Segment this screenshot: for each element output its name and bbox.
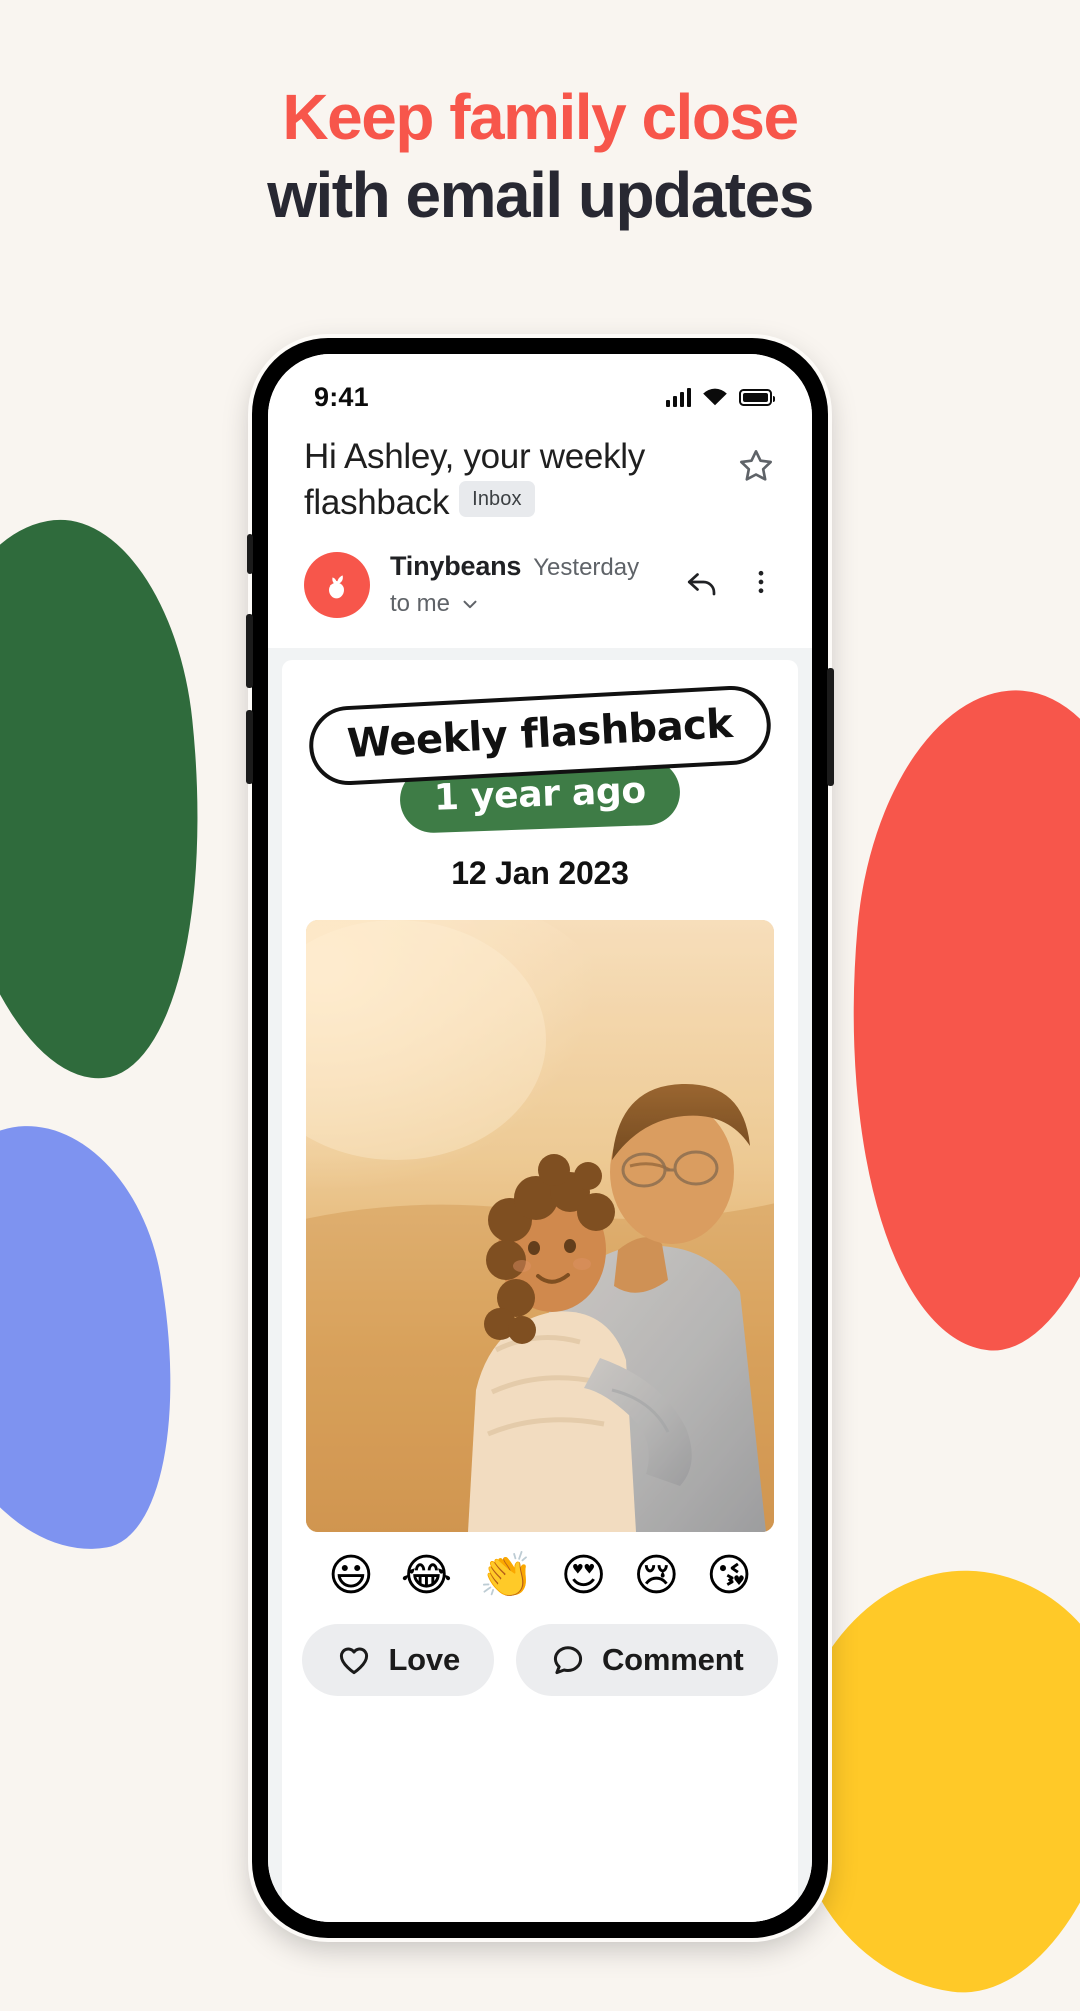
headline-line-2: with email updates xyxy=(267,159,814,232)
reply-button[interactable] xyxy=(684,564,720,605)
status-bar-time: 9:41 xyxy=(314,381,369,412)
phone-mockup: 9:41 Hi Ashley, your weekly flashback Inb… xyxy=(246,338,834,1938)
sender-info: Tinybeans Yesterday to me xyxy=(390,551,664,618)
more-vertical-icon xyxy=(758,570,764,594)
sender-timestamp: Yesterday xyxy=(533,554,640,581)
phone-frame: 9:41 Hi Ashley, your weekly flashback Inb… xyxy=(246,338,834,1938)
email-header-actions xyxy=(684,564,776,605)
photo-illustration xyxy=(306,920,774,1532)
email-subject: Hi Ashley, your weekly flashback Inbox xyxy=(304,434,724,525)
headline-line-1: Keep family close xyxy=(282,81,799,153)
phone-screen: 9:41 Hi Ashley, your weekly flashback Inb… xyxy=(268,354,812,1922)
sender-name-line: Tinybeans Yesterday xyxy=(390,551,664,582)
heart-eyes-emoji[interactable]: 😍 xyxy=(561,1554,607,1598)
love-button[interactable]: Love xyxy=(302,1624,494,1696)
star-icon[interactable] xyxy=(736,446,776,491)
inbox-label-chip: Inbox xyxy=(459,481,535,518)
reaction-emoji-row: 😃 😂 👏 😍 😢 😘 xyxy=(306,1532,774,1598)
crying-face-emoji[interactable]: 😢 xyxy=(633,1554,679,1598)
cellular-signal-icon xyxy=(665,387,691,407)
recipients-line[interactable]: to me xyxy=(390,590,664,618)
decorative-blob-blue xyxy=(0,1106,206,1574)
chevron-down-icon xyxy=(463,600,477,609)
wifi-icon xyxy=(703,388,727,405)
subject-row: Hi Ashley, your weekly flashback Inbox xyxy=(304,434,776,525)
status-bar-icons xyxy=(665,387,775,407)
sender-row: Tinybeans Yesterday to me xyxy=(304,525,776,648)
grinning-face-emoji[interactable]: 😃 xyxy=(328,1554,374,1598)
flashback-title-pill: Weekly flashback xyxy=(307,683,773,788)
flashback-card: Weekly flashback 1 year ago 12 Jan 2023 xyxy=(282,660,798,1922)
phone-silent-switch[interactable] xyxy=(247,534,253,574)
page-headline: Keep family close with email updates xyxy=(0,0,1080,234)
more-options-button[interactable] xyxy=(746,567,776,602)
battery-icon xyxy=(739,388,775,406)
comment-button[interactable]: Comment xyxy=(516,1624,778,1696)
tinybeans-sprout-logo-icon xyxy=(329,574,344,598)
recipients-text: to me xyxy=(390,590,451,617)
comment-button-label: Comment xyxy=(602,1642,744,1677)
avatar[interactable] xyxy=(304,551,370,618)
clapping-hands-emoji[interactable]: 👏 xyxy=(479,1554,534,1598)
status-bar: 9:41 xyxy=(268,354,812,426)
phone-volume-up-button[interactable] xyxy=(246,614,253,688)
reply-arrow-icon xyxy=(687,573,716,596)
tears-of-joy-emoji[interactable]: 😂 xyxy=(401,1554,452,1598)
phone-power-button[interactable] xyxy=(827,668,834,786)
action-button-row: Love Comment xyxy=(302,1598,778,1696)
comment-bubble-icon xyxy=(553,1646,583,1675)
phone-volume-down-button[interactable] xyxy=(246,710,253,784)
decorative-blob-red xyxy=(821,678,1080,1362)
kissing-heart-emoji[interactable]: 😘 xyxy=(706,1554,752,1598)
email-body: Weekly flashback 1 year ago 12 Jan 2023 xyxy=(268,648,812,1922)
email-header: Hi Ashley, your weekly flashback Inbox T… xyxy=(268,426,812,648)
flashback-photo[interactable] xyxy=(306,920,774,1532)
heart-outline-icon xyxy=(340,1647,369,1675)
flashback-date: 12 Jan 2023 xyxy=(451,855,629,891)
decorative-blob-green xyxy=(0,507,229,1093)
sender-name: Tinybeans xyxy=(390,551,522,581)
love-button-label: Love xyxy=(388,1642,460,1677)
